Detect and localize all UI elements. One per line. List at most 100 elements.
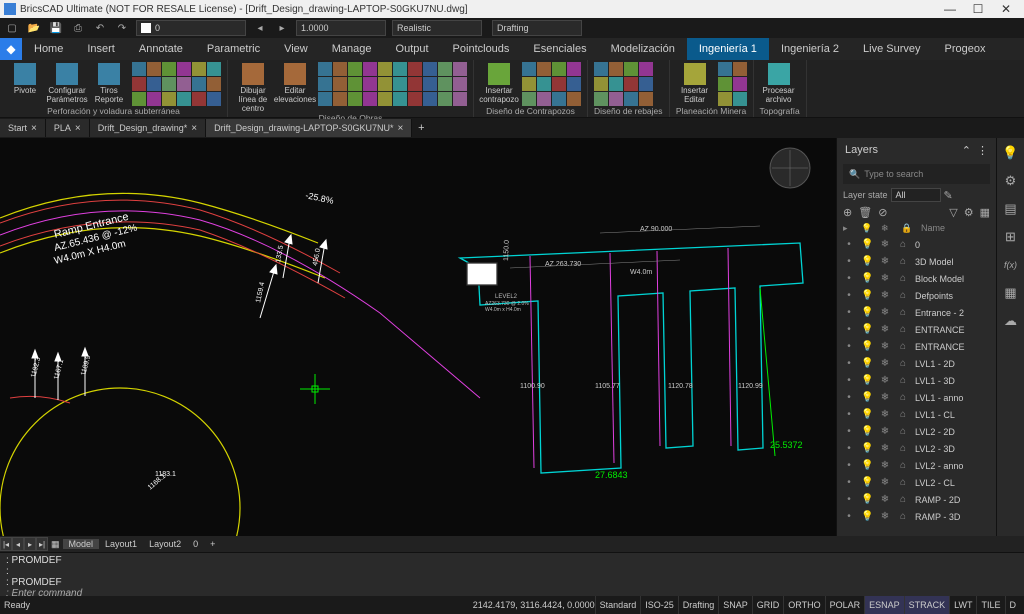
insertar-contra-button[interactable]: Insertar contrapozo	[480, 62, 518, 105]
status-toggle-lwt[interactable]: LWT	[949, 596, 976, 614]
layout-tab[interactable]: Model	[63, 539, 100, 549]
layer-row[interactable]: •💡❄⌂ENTRANCE	[837, 321, 996, 338]
visual-style-dropdown[interactable]: Realistic	[392, 20, 482, 36]
ribbon-small-icon[interactable]	[162, 62, 176, 76]
ribbon-small-icon[interactable]	[408, 92, 422, 106]
ribbon-small-icon[interactable]	[147, 77, 161, 91]
editar-elev-button[interactable]: Editar elevaciones	[276, 62, 314, 105]
ribbon-small-icon[interactable]	[718, 62, 732, 76]
ribbon-small-icon[interactable]	[522, 92, 536, 106]
table-icon[interactable]: ▦	[1002, 284, 1020, 302]
ribbon-small-icon[interactable]	[594, 92, 608, 106]
status-drafting[interactable]: Drafting	[678, 596, 719, 614]
menu-tab-modelización[interactable]: Modelización	[599, 38, 687, 60]
layer-row[interactable]: •💡❄⌂LVL2 - CL	[837, 474, 996, 491]
layout-tab[interactable]: 0	[187, 539, 204, 549]
tab-close-icon[interactable]: ×	[31, 123, 37, 134]
layers-menu-icon[interactable]: ⋮	[977, 144, 988, 157]
minimize-button[interactable]: —	[936, 2, 964, 16]
menu-tab-ingeniería-1[interactable]: Ingeniería 1	[687, 38, 769, 60]
ribbon-small-icon[interactable]	[132, 92, 146, 106]
layer-row[interactable]: •💡❄⌂LVL1 - 2D	[837, 355, 996, 372]
ribbon-small-icon[interactable]	[147, 92, 161, 106]
layer-edit-icon[interactable]: ✎	[944, 189, 953, 202]
configurar-button[interactable]: Configurar Parámetros	[48, 62, 86, 105]
ribbon-small-icon[interactable]	[393, 92, 407, 106]
layer-row[interactable]: •💡❄⌂LVL2 - anno	[837, 457, 996, 474]
ribbon-small-icon[interactable]	[192, 62, 206, 76]
ribbon-small-icon[interactable]	[318, 77, 332, 91]
layer-add-icon[interactable]: ⊕	[843, 206, 852, 219]
ribbon-small-icon[interactable]	[207, 77, 221, 91]
ribbon-small-icon[interactable]	[537, 62, 551, 76]
workspace-dropdown[interactable]: Drafting	[492, 20, 582, 36]
qa-new-icon[interactable]: ▢	[4, 20, 20, 36]
ribbon-small-icon[interactable]	[624, 62, 638, 76]
ribbon-small-icon[interactable]	[177, 77, 191, 91]
ribbon-small-icon[interactable]	[552, 77, 566, 91]
tab-close-icon[interactable]: ×	[191, 123, 197, 134]
qa-save-icon[interactable]: 💾	[48, 20, 64, 36]
ribbon-small-icon[interactable]	[363, 92, 377, 106]
document-tab[interactable]: Start×	[0, 119, 46, 137]
ribbon-small-icon[interactable]	[423, 77, 437, 91]
ribbon-small-icon[interactable]	[162, 77, 176, 91]
layer-row[interactable]: •💡❄⌂LVL1 - 3D	[837, 372, 996, 389]
ribbon-small-icon[interactable]	[537, 92, 551, 106]
tab-prev-button[interactable]: ◂	[12, 537, 24, 551]
app-menu-button[interactable]: ◆	[0, 38, 22, 60]
layer-state-select[interactable]: All	[891, 188, 941, 202]
status-toggle-polar[interactable]: POLAR	[825, 596, 865, 614]
ribbon-small-icon[interactable]	[639, 77, 653, 91]
ribbon-small-icon[interactable]	[453, 92, 467, 106]
layout-tab[interactable]: Layout1	[99, 539, 143, 549]
ribbon-small-icon[interactable]	[378, 62, 392, 76]
dibujar-button[interactable]: Dibujar línea de centro	[234, 62, 272, 113]
ribbon-small-icon[interactable]	[567, 92, 581, 106]
ribbon-small-icon[interactable]	[192, 77, 206, 91]
ribbon-small-icon[interactable]	[522, 62, 536, 76]
status-standard[interactable]: Standard	[595, 596, 641, 614]
ribbon-small-icon[interactable]	[594, 77, 608, 91]
ribbon-small-icon[interactable]	[423, 92, 437, 106]
ribbon-small-icon[interactable]	[733, 77, 747, 91]
maximize-button[interactable]: ☐	[964, 2, 992, 16]
ribbon-small-icon[interactable]	[718, 92, 732, 106]
ribbon-small-icon[interactable]	[132, 62, 146, 76]
qa-prev-icon[interactable]: ◂	[252, 20, 268, 36]
layer-purge-icon[interactable]: ⊘	[878, 206, 887, 219]
layer-row[interactable]: •💡❄⌂ENTRANCE	[837, 338, 996, 355]
status-toggle-ortho[interactable]: ORTHO	[783, 596, 824, 614]
menu-tab-progeox[interactable]: Progeox	[933, 38, 998, 60]
status-toggle-strack[interactable]: STRACK	[904, 596, 950, 614]
ribbon-small-icon[interactable]	[162, 92, 176, 106]
pivote-button[interactable]: Pivote	[6, 62, 44, 96]
menu-tab-home[interactable]: Home	[22, 38, 75, 60]
ribbon-small-icon[interactable]	[192, 92, 206, 106]
layer-row[interactable]: •💡❄⌂LVL1 - CL	[837, 406, 996, 423]
layer-filter-icon[interactable]: ▽	[949, 206, 957, 219]
ribbon-small-icon[interactable]	[132, 77, 146, 91]
menu-tab-output[interactable]: Output	[384, 38, 441, 60]
layers-search[interactable]: 🔍 Type to search	[843, 164, 990, 184]
layer-row[interactable]: •💡❄⌂LVL1 - anno	[837, 389, 996, 406]
layer-delete-icon[interactable]: 🗑	[858, 206, 872, 219]
layer-row[interactable]: •💡❄⌂LVL2 - 2D	[837, 423, 996, 440]
tab-close-icon[interactable]: ×	[398, 123, 404, 134]
ribbon-small-icon[interactable]	[552, 62, 566, 76]
menu-tab-annotate[interactable]: Annotate	[127, 38, 195, 60]
status-toggle-esnap[interactable]: ESNAP	[864, 596, 904, 614]
ribbon-small-icon[interactable]	[438, 77, 452, 91]
layers-icon[interactable]: ▤	[1002, 200, 1020, 218]
menu-tab-live-survey[interactable]: Live Survey	[851, 38, 932, 60]
ribbon-small-icon[interactable]	[363, 77, 377, 91]
ribbon-small-icon[interactable]	[639, 62, 653, 76]
procesar-button[interactable]: Procesar archivo	[760, 62, 798, 105]
ribbon-small-icon[interactable]	[438, 92, 452, 106]
structure-icon[interactable]: ⊞	[1002, 228, 1020, 246]
ribbon-small-icon[interactable]	[333, 92, 347, 106]
layer-row[interactable]: •💡❄⌂0	[837, 236, 996, 253]
document-tab[interactable]: Drift_Design_drawing*×	[90, 119, 206, 137]
ribbon-small-icon[interactable]	[348, 92, 362, 106]
ribbon-small-icon[interactable]	[393, 62, 407, 76]
